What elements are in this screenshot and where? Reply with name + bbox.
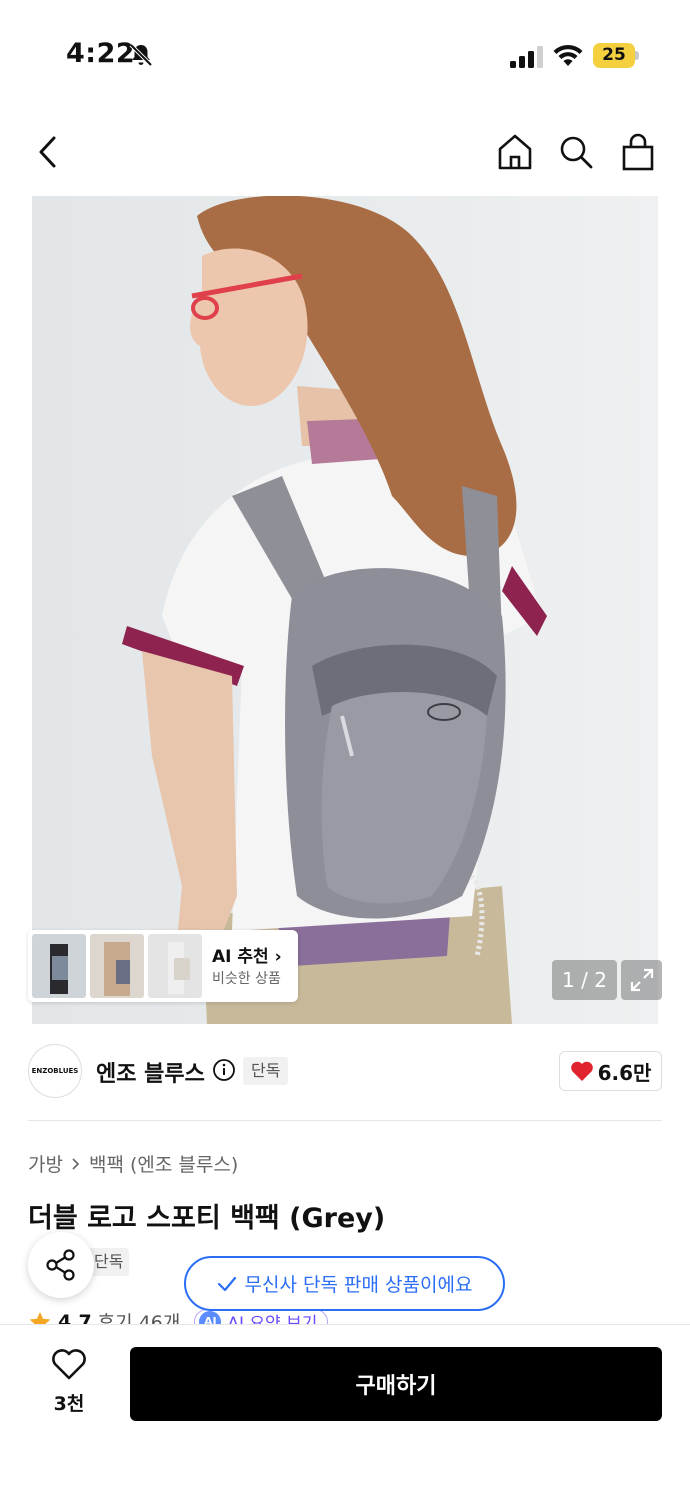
- signal-icon: [510, 46, 543, 68]
- image-counter: 1 / 2: [552, 960, 617, 1000]
- divider: [28, 1120, 662, 1121]
- expand-image-button[interactable]: [621, 960, 662, 1000]
- toast-text: 무신사 단독 판매 상품이에요: [244, 1274, 473, 1296]
- chevron-left-icon: [39, 136, 56, 168]
- ai-thumbnail[interactable]: [148, 934, 202, 998]
- exclusive-toast: 무신사 단독 판매 상품이에요: [184, 1256, 505, 1311]
- battery-indicator: 25: [593, 43, 639, 68]
- check-icon: [217, 1276, 236, 1291]
- brand-name[interactable]: 엔조 블루스: [96, 1056, 205, 1088]
- brand-like-button[interactable]: 6.6만: [559, 1051, 662, 1091]
- chevron-right-icon: ›: [274, 947, 282, 967]
- ai-recommend-subtitle: 비슷한 상품: [212, 971, 281, 987]
- exclusive-tag: 단독: [88, 1248, 130, 1276]
- breadcrumb-category[interactable]: 가방: [28, 1150, 63, 1177]
- home-icon: [498, 134, 532, 170]
- ai-recommend-card[interactable]: AI 추천 › 비슷한 상품: [28, 930, 298, 1002]
- chevron-right-icon: [72, 1157, 80, 1170]
- status-bar: 4:22 25: [0, 0, 690, 110]
- bottom-action-bar: 3천 구매하기: [0, 1324, 690, 1500]
- ai-recommend-title: AI 추천 ›: [212, 947, 282, 967]
- heart-filled-icon: [570, 1061, 593, 1081]
- share-button[interactable]: [28, 1232, 94, 1298]
- breadcrumb: 가방 백팩 (엔조 블루스): [28, 1150, 238, 1177]
- brand-logo[interactable]: ENZOBLUES: [28, 1044, 82, 1098]
- search-icon: [560, 136, 593, 169]
- expand-icon: [630, 968, 653, 992]
- product-photo-illustration: [32, 196, 658, 1024]
- product-title: 더블 로고 스포티 백팩 (Grey): [28, 1203, 386, 1234]
- breadcrumb-subcategory[interactable]: 백팩 (엔조 블루스): [89, 1150, 238, 1177]
- search-button[interactable]: [554, 130, 598, 174]
- wishlist-count: 3천: [53, 1393, 85, 1415]
- exclusive-badge: 단독: [243, 1057, 289, 1085]
- shopping-bag-icon: [622, 133, 654, 171]
- info-icon[interactable]: [212, 1058, 236, 1082]
- status-time: 4:22: [66, 38, 136, 69]
- top-nav: [0, 118, 690, 184]
- heart-outline-icon: [52, 1349, 86, 1380]
- ai-thumbnail[interactable]: [32, 934, 86, 998]
- ai-thumbnail[interactable]: [90, 934, 144, 998]
- share-icon: [46, 1249, 75, 1281]
- wifi-icon: [553, 44, 583, 66]
- buy-button[interactable]: 구매하기: [130, 1347, 662, 1421]
- wishlist-button[interactable]: 3천: [38, 1349, 100, 1419]
- brand-row: ENZOBLUES 엔조 블루스 단독 6.6만: [0, 1038, 690, 1108]
- battery-percent: 25: [602, 45, 626, 65]
- bell-off-icon: [129, 43, 153, 67]
- cart-button[interactable]: [616, 130, 660, 174]
- brand-like-count: 6.6만: [597, 1060, 652, 1085]
- back-button[interactable]: [26, 130, 70, 174]
- product-image[interactable]: [32, 196, 658, 1024]
- home-button[interactable]: [493, 130, 537, 174]
